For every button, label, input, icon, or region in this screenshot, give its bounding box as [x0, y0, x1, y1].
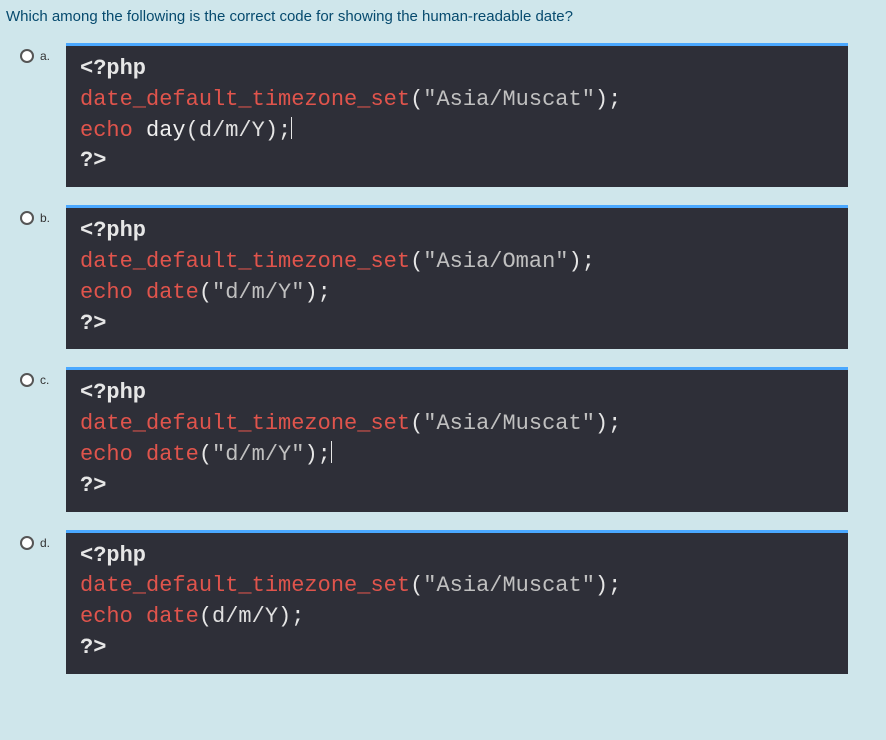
option-a-letter: a.: [40, 49, 50, 63]
option-c-code: <?php date_default_timezone_set("Asia/Mu…: [66, 367, 848, 511]
fn-call: date: [146, 280, 199, 305]
paren-close: ): [304, 442, 317, 467]
space: [133, 118, 146, 143]
paren-open: (: [410, 249, 423, 274]
option-d-radio[interactable]: [20, 536, 34, 550]
semicolon: ;: [291, 604, 304, 629]
option-b-radio-col: b.: [20, 205, 58, 225]
paren-close: ): [595, 411, 608, 436]
option-b-radio[interactable]: [20, 211, 34, 225]
space: [133, 442, 146, 467]
string-arg: "Asia/Muscat": [423, 87, 595, 112]
quiz-container: Which among the following is the correct…: [0, 0, 886, 694]
paren-open: (: [199, 442, 212, 467]
option-d-code: <?php date_default_timezone_set("Asia/Mu…: [66, 530, 848, 674]
paren-open: (: [199, 280, 212, 305]
paren-open: (: [410, 573, 423, 598]
text-cursor-icon: [291, 117, 292, 139]
semicolon: ;: [608, 411, 621, 436]
fn-call: day: [146, 118, 186, 143]
php-close-tag: ?>: [80, 311, 106, 336]
paren-open: (: [410, 87, 423, 112]
string-arg: "Asia/Oman": [423, 249, 568, 274]
space: [133, 280, 146, 305]
option-c-radio[interactable]: [20, 373, 34, 387]
paren-close: ): [595, 87, 608, 112]
fn-call: date: [146, 604, 199, 629]
paren-close: ): [569, 249, 582, 274]
semicolon: ;: [582, 249, 595, 274]
paren-close: ): [595, 573, 608, 598]
paren-close: ): [304, 280, 317, 305]
text-cursor-icon: [331, 441, 332, 463]
string-arg: "d/m/Y": [212, 280, 304, 305]
fn-call: date: [146, 442, 199, 467]
fn-name: date_default_timezone_set: [80, 87, 410, 112]
option-b-code: <?php date_default_timezone_set("Asia/Om…: [66, 205, 848, 349]
fn-name: date_default_timezone_set: [80, 573, 410, 598]
option-c-radio-col: c.: [20, 367, 58, 387]
php-open-tag: <?php: [80, 218, 146, 243]
php-open-tag: <?php: [80, 380, 146, 405]
paren-open: (: [410, 411, 423, 436]
option-a-radio[interactable]: [20, 49, 34, 63]
question-text: Which among the following is the correct…: [6, 8, 880, 43]
php-open-tag: <?php: [80, 543, 146, 568]
echo-kw: echo: [80, 118, 133, 143]
arg: d/m/Y: [212, 604, 278, 629]
option-d: d. <?php date_default_timezone_set("Asia…: [20, 530, 880, 674]
option-a-code: <?php date_default_timezone_set("Asia/Mu…: [66, 43, 848, 187]
options-list: a. <?php date_default_timezone_set("Asia…: [6, 43, 880, 674]
paren-close: ): [265, 118, 278, 143]
semicolon: ;: [608, 573, 621, 598]
paren-open: (: [199, 604, 212, 629]
echo-kw: echo: [80, 442, 133, 467]
php-close-tag: ?>: [80, 148, 106, 173]
option-c-letter: c.: [40, 373, 49, 387]
semicolon: ;: [318, 280, 331, 305]
space: [133, 604, 146, 629]
string-arg: "d/m/Y": [212, 442, 304, 467]
arg: d/m/Y: [199, 118, 265, 143]
string-arg: "Asia/Muscat": [423, 573, 595, 598]
option-b: b. <?php date_default_timezone_set("Asia…: [20, 205, 880, 349]
option-b-letter: b.: [40, 211, 50, 225]
fn-name: date_default_timezone_set: [80, 411, 410, 436]
php-close-tag: ?>: [80, 473, 106, 498]
semicolon: ;: [608, 87, 621, 112]
paren-close: ): [278, 604, 291, 629]
paren-open: (: [186, 118, 199, 143]
fn-name: date_default_timezone_set: [80, 249, 410, 274]
echo-kw: echo: [80, 280, 133, 305]
option-a-radio-col: a.: [20, 43, 58, 63]
option-a: a. <?php date_default_timezone_set("Asia…: [20, 43, 880, 187]
option-d-letter: d.: [40, 536, 50, 550]
php-close-tag: ?>: [80, 635, 106, 660]
echo-kw: echo: [80, 604, 133, 629]
php-open-tag: <?php: [80, 56, 146, 81]
string-arg: "Asia/Muscat": [423, 411, 595, 436]
option-d-radio-col: d.: [20, 530, 58, 550]
semicolon: ;: [318, 442, 331, 467]
semicolon: ;: [278, 118, 291, 143]
option-c: c. <?php date_default_timezone_set("Asia…: [20, 367, 880, 511]
